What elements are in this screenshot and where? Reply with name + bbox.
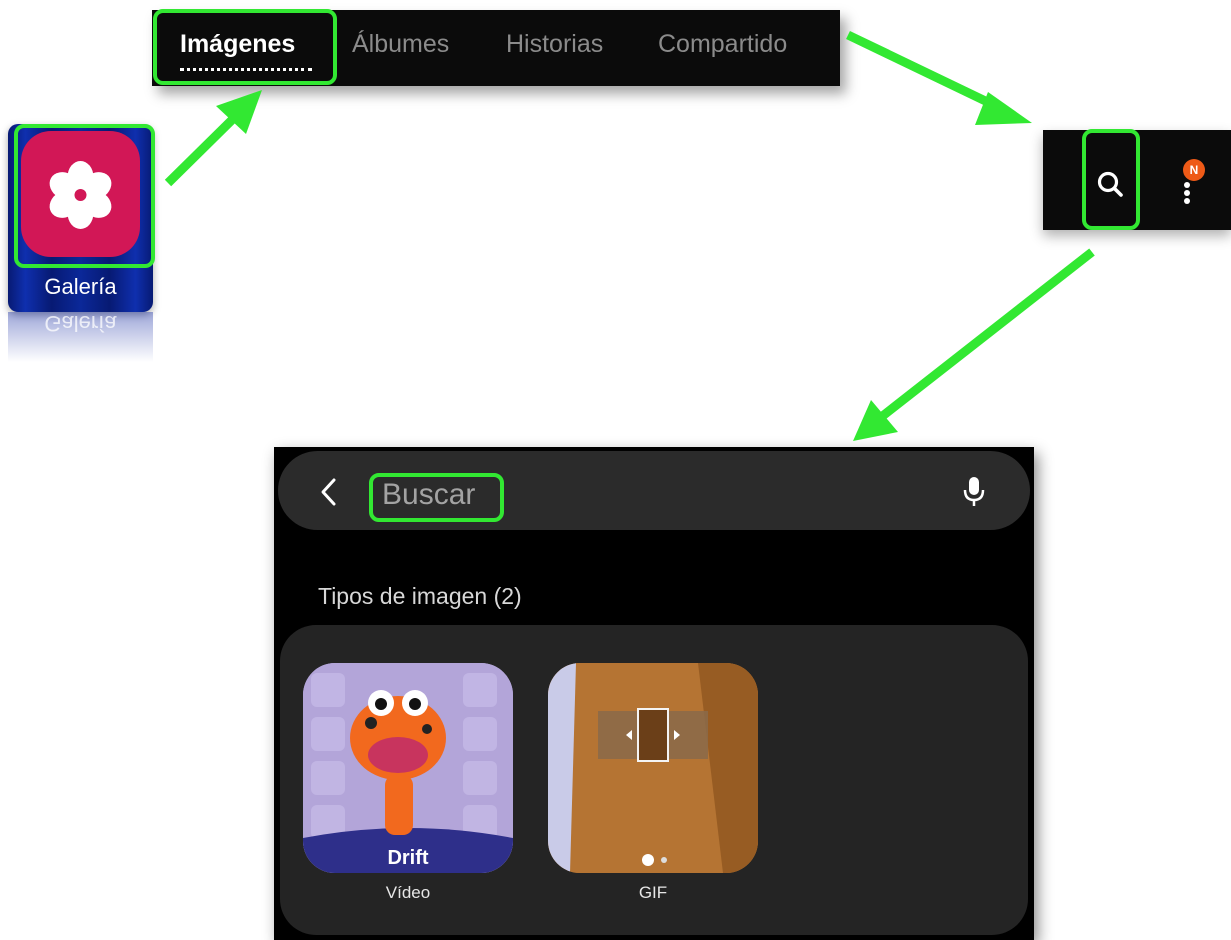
- video-thumbnail[interactable]: Drift: [303, 663, 513, 873]
- arrow-step-2: [846, 30, 1002, 113]
- gif-preview-image: [548, 663, 758, 873]
- section-title: Tipos de imagen (2): [318, 583, 522, 609]
- highlight-search-button: [1082, 129, 1140, 230]
- tab-albumes[interactable]: Álbumes: [352, 30, 449, 59]
- tab-historias[interactable]: Historias: [506, 30, 603, 59]
- video-thumb-caption: Drift: [387, 847, 429, 869]
- back-icon[interactable]: [318, 477, 340, 507]
- gif-thumbnail[interactable]: [548, 663, 758, 873]
- video-preview-image: [303, 663, 513, 873]
- app-label: Galería: [44, 274, 117, 299]
- reflection-label: Galería: [44, 312, 117, 336]
- tab-compartido[interactable]: Compartido: [658, 30, 787, 59]
- image-types-card: Drift Vídeo GIF: [280, 625, 1028, 935]
- notification-badge: N: [1183, 159, 1205, 181]
- arrow-step-3: [877, 248, 1095, 422]
- app-icon-reflection: Galería: [8, 312, 153, 362]
- video-label: Vídeo: [385, 883, 431, 902]
- gif-label: GIF: [638, 883, 668, 902]
- arrow-step-1: [164, 108, 244, 187]
- highlight-search-field: [369, 473, 504, 522]
- microphone-icon[interactable]: [962, 475, 986, 509]
- highlight-app-icon: [14, 124, 155, 268]
- highlight-imagenes-tab: [153, 9, 337, 85]
